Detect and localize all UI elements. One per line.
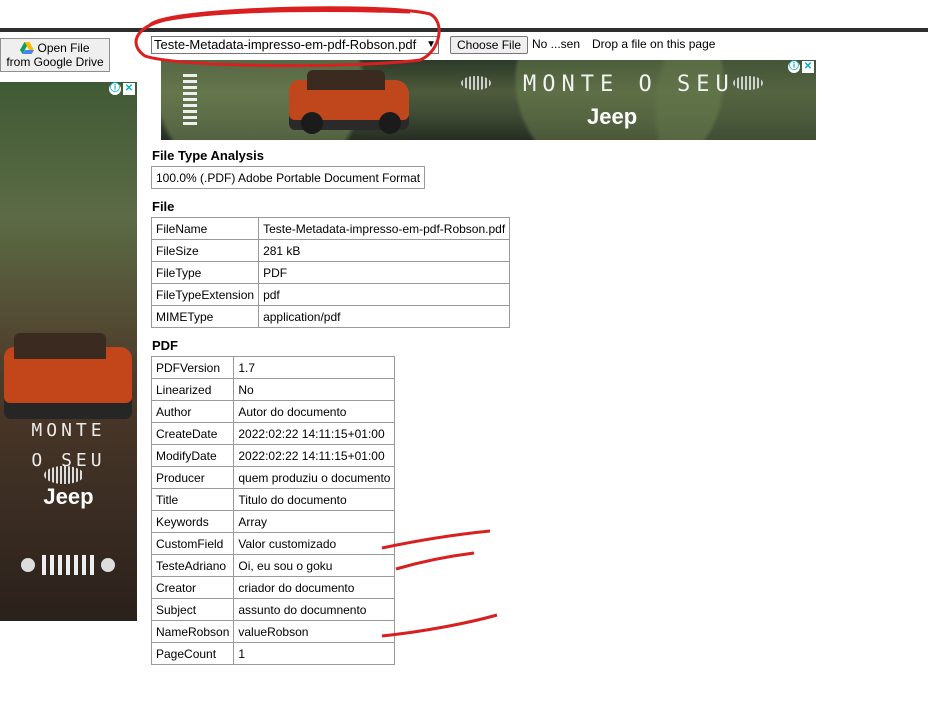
table-row: Keywords Array [150,510,396,533]
table-row: Creator criador do documento [150,576,396,599]
metadata-value: No [233,378,396,401]
file-info-table: FileName Teste-Metadata-impresso-em-pdf-R… [150,217,511,328]
metadata-value: 281 kB [258,239,511,262]
metadata-value: 1.7 [233,356,396,379]
car-wheel [301,112,323,134]
table-row: CustomField Valor customizado [150,532,396,555]
jeep-grille-icon [21,555,115,575]
metadata-key: CustomField [150,532,235,555]
metadata-key: Linearized [150,378,235,401]
globe-icon [733,76,763,90]
no-file-chosen-text: No ...sen [532,37,581,51]
table-row: FileName Teste-Metadata-impresso-em-pdf-R… [150,217,511,240]
ad-brand-logo: Jeep [587,104,638,129]
metadata-value: quem produziu o documento [233,466,396,489]
table-row: ModifyDate 2022:02:22 14:11:15+01:00 [150,444,396,467]
table-row: Producer quem produziu o documento [150,466,396,489]
choose-file-button[interactable]: Choose File [450,36,529,54]
ad-close-icon[interactable]: ✕ [802,61,814,73]
table-row: Author Autor do documento [150,400,396,423]
metadata-key: Author [150,400,235,423]
table-row: PageCount 1 [150,642,396,665]
metadata-key: ModifyDate [150,444,235,467]
ad-line2: O SEU [31,450,106,471]
metadata-value: PDF [258,261,511,284]
top-divider [0,28,928,32]
metadata-key: PageCount [150,642,235,665]
metadata-key: CreateDate [150,422,235,445]
table-row: PDFVersion 1.7 [150,356,396,379]
metadata-key: TesteAdriano [150,554,235,577]
metadata-key: NameRobson [150,620,235,643]
file-type-analysis-table: 100.0% (.PDF) Adobe Portable Document Fo… [150,166,426,189]
table-row: FileSize 281 kB [150,239,511,262]
globe-icon [461,76,491,90]
car-wheel [379,112,401,134]
metadata-key: Keywords [150,510,235,533]
metadata-value: application/pdf [258,305,511,328]
metadata-key: MIMEType [150,305,260,328]
metadata-value: Valor customizado [233,532,396,555]
metadata-value: valueRobson [233,620,396,643]
jeep-car-image [4,333,132,419]
jeep-grille-icon [183,74,197,126]
metadata-value: criador do documento [233,576,396,599]
ad-close-icon[interactable]: ✕ [123,83,135,95]
drop-file-hint: Drop a file on this page [592,37,716,51]
underline-scribble [381,529,491,550]
metadata-value: Autor do documento [233,400,396,423]
metadata-value: assunto do documnento [233,598,396,621]
ad-headline: MONTE O SEU [523,72,735,97]
ad-line1: MONTE [31,420,106,441]
metadata-value: Titulo do documento [233,488,396,511]
file-type-analysis-heading: File Type Analysis [152,148,264,163]
table-row: Linearized No [150,378,396,401]
file-section-heading: File [152,199,175,214]
table-row: MIMEType application/pdf [150,305,511,328]
metadata-value: Array [233,510,396,533]
gdrive-label-text1: Open File [37,41,90,55]
gdrive-label-line1: Open File [1,41,109,55]
open-from-google-drive-button[interactable]: Open File from Google Drive [0,38,110,72]
table-row: TesteAdriano Oi, eu sou o goku [150,554,396,577]
selected-file-text: Teste-Metadata-impresso-em-pdf-Robson.pd… [154,37,417,52]
metadata-key: Creator [150,576,235,599]
table-row: Subject assunto do documnento [150,598,396,621]
ad-info-icon[interactable]: ⓘ [109,83,121,95]
pdf-metadata-table: PDFVersion 1.7 Linearized No Author Autor do … [150,356,396,665]
ad-brand-logo: Jeep [43,484,94,509]
metadata-key: FileType [150,261,260,284]
metadata-value: 2022:02:22 14:11:15+01:00 [233,422,396,445]
table-row: FileType PDF [150,261,511,284]
table-row: FileTypeExtension pdf [150,283,511,306]
metadata-key: PDFVersion [150,356,235,379]
file-select-dropdown[interactable]: Teste-Metadata-impresso-em-pdf-Robson.pd… [151,36,439,54]
table-row: Title Titulo do documento [150,488,396,511]
google-drive-icon [20,42,35,54]
underline-scribble [381,613,498,638]
table-row: NameRobson valueRobson [150,620,396,643]
metadata-key: FileSize [150,239,260,262]
metadata-key: Producer [150,466,235,489]
side-ad-banner[interactable]: MONTE O SEU Jeep [0,82,137,621]
table-row: CreateDate 2022:02:22 14:11:15+01:00 [150,422,396,445]
pdf-section-heading: PDF [152,338,178,353]
metadata-key: Subject [150,598,235,621]
metadata-value: Teste-Metadata-impresso-em-pdf-Robson.pd… [258,217,511,240]
metadata-key: FileTypeExtension [150,283,260,306]
top-ad-banner[interactable]: MONTE O SEU Jeep [161,60,816,140]
metadata-value: Oi, eu sou o goku [233,554,396,577]
metadata-value: 2022:02:22 14:11:15+01:00 [233,444,396,467]
file-type-result: 100.0% (.PDF) Adobe Portable Document Fo… [150,166,426,189]
metadata-key: Title [150,488,235,511]
underline-scribble [395,551,475,571]
chevron-down-icon: ▼ [426,39,436,50]
metadata-value: 1 [233,642,396,665]
ad-info-icon[interactable]: ⓘ [788,61,800,73]
metadata-key: FileName [150,217,260,240]
gdrive-label-line2: from Google Drive [6,55,104,69]
metadata-value: pdf [258,283,511,306]
